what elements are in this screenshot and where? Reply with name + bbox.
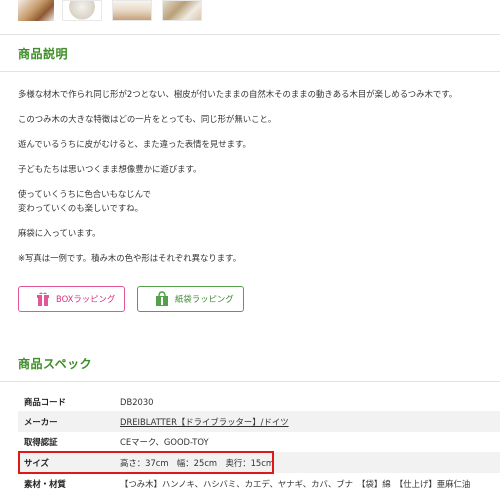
paper-bag-wrapping-label: 紙袋ラッピング (175, 294, 234, 304)
thumbnail-strip (18, 0, 212, 21)
spec-value: 【つみ木】ハンノキ、ハシバミ、カエデ、ヤナギ、カバ、ブナ 【袋】綿 【仕上げ】亜… (120, 478, 471, 489)
spec-title: 商品スペック (18, 357, 93, 371)
gift-box-icon (37, 292, 49, 306)
description-title: 商品説明 (18, 47, 69, 61)
thumbnail-3[interactable] (112, 0, 152, 21)
thumbnail-1[interactable] (18, 0, 54, 21)
divider (0, 381, 500, 382)
divider (0, 34, 500, 35)
description-paragraph: ※写真は一例です。積み木の色や形はそれぞれ異なります。 (18, 253, 242, 263)
description-paragraph: このつみ木の大きな特徴はどの一片をとっても、同じ形が無いこと。 (18, 114, 277, 124)
thumbnail-2[interactable] (62, 0, 102, 21)
description-paragraph: 子どもたちは思いつくまま想像豊かに遊びます。 (18, 164, 202, 174)
spec-row-product-code: 商品コード DB2030 (18, 391, 500, 412)
spec-key: 取得認証 (24, 436, 58, 447)
description-paragraph: 変わっていくのも楽しいですね。 (18, 203, 143, 213)
description-paragraph: 多様な材木で作られ同じ形が2つとない、樹皮が付いたままの自然木そのままの動きある… (18, 89, 458, 99)
description-paragraph: 使っていくうちに色合いもなじんで (18, 189, 151, 199)
spec-key: 商品コード (24, 396, 66, 407)
thumbnail-4[interactable] (162, 0, 202, 21)
spec-value: DB2030 (120, 396, 154, 407)
divider (0, 71, 500, 72)
description-paragraph: 遊んでいるうちに皮がむけると、また違った表情を見せます。 (18, 139, 251, 149)
paper-bag-wrapping-button[interactable]: 紙袋ラッピング (137, 286, 244, 312)
size-row-highlight-box (18, 451, 274, 474)
spec-value: CEマーク、GOOD-TOY (120, 436, 209, 447)
paper-bag-icon (156, 291, 168, 306)
spec-row-certification: 取得認証 CEマーク、GOOD-TOY (18, 431, 500, 452)
maker-link[interactable]: DREIBLATTER【ドライブラッター】/ドイツ (120, 416, 289, 428)
description-paragraph: 麻袋に入っています。 (18, 228, 101, 238)
spec-row-material: 素材・材質 【つみ木】ハンノキ、ハシバミ、カエデ、ヤナギ、カバ、ブナ 【袋】綿 … (18, 473, 500, 494)
box-wrapping-button[interactable]: BOXラッピング (18, 286, 125, 312)
spec-key: 素材・材質 (24, 478, 66, 489)
box-wrapping-label: BOXラッピング (56, 294, 116, 304)
spec-key: メーカー (24, 416, 58, 427)
spec-row-maker: メーカー DREIBLATTER【ドライブラッター】/ドイツ (18, 411, 500, 432)
